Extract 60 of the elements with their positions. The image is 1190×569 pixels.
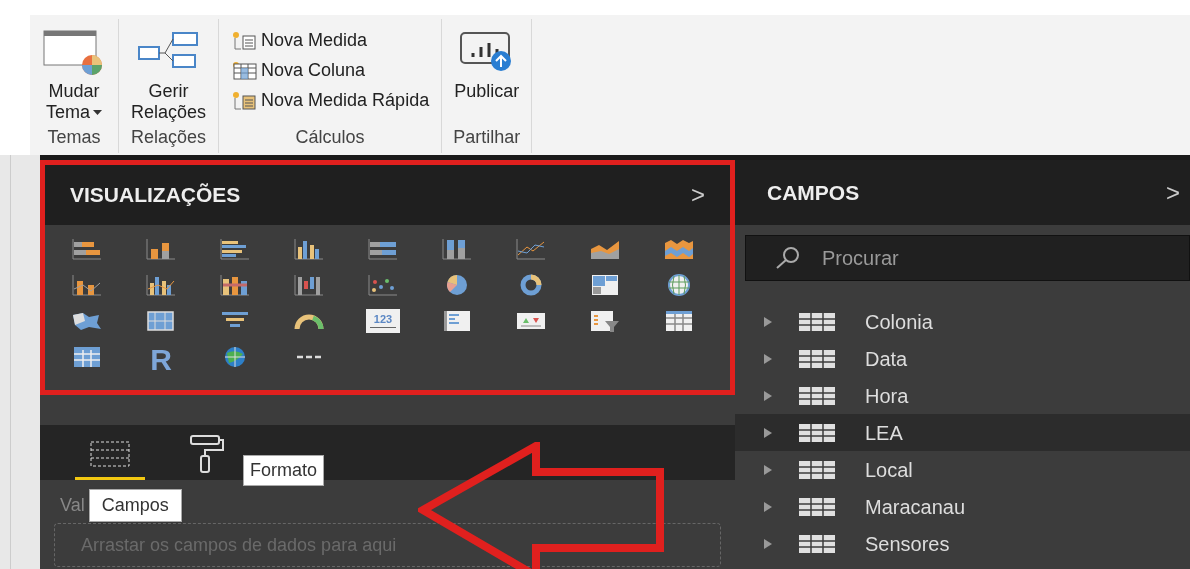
field-table-item[interactable]: Data — [735, 340, 1190, 377]
ribbon-group-label: Temas — [46, 126, 102, 149]
field-table-item[interactable]: Hora — [735, 377, 1190, 414]
visual-type-icon[interactable] — [366, 273, 400, 297]
expand-arrow-icon[interactable] — [763, 315, 773, 328]
table-icon — [799, 312, 835, 331]
tooltip: Formato — [243, 455, 325, 486]
ribbon-button[interactable]: Publicar — [442, 19, 532, 102]
visual-type-icon[interactable] — [440, 237, 474, 261]
collapse-button[interactable]: > — [1166, 174, 1180, 211]
visual-type-icon[interactable] — [218, 273, 252, 297]
visual-type-icon[interactable] — [70, 237, 104, 261]
ribbon-button[interactable]: Nova Coluna — [231, 57, 430, 83]
pane-title: VISUALIZAÇÕES — [70, 182, 241, 209]
calculator-icon — [231, 30, 258, 50]
visual-type-icon[interactable] — [662, 237, 696, 261]
expand-arrow-icon[interactable] — [763, 389, 773, 402]
expand-arrow-icon[interactable] — [763, 426, 773, 439]
visual-type-icon[interactable] — [292, 273, 326, 297]
caret-icon — [93, 110, 102, 115]
ribbon-button[interactable]: Nova Medida — [231, 27, 430, 53]
table-icon — [799, 349, 835, 368]
field-table-item[interactable]: Colonia — [735, 303, 1190, 340]
table-icon — [799, 460, 835, 479]
ribbon-button[interactable]: Nova Medida Rápida — [231, 87, 430, 113]
visual-type-icon[interactable] — [366, 237, 400, 261]
field-table-item[interactable]: Maracanau — [735, 488, 1190, 525]
r-script-visual-icon[interactable]: R — [144, 345, 178, 375]
ribbon-button[interactable]: Mudar Tema — [30, 19, 118, 123]
collapse-button[interactable]: > — [691, 177, 705, 213]
table-column-icon — [231, 60, 258, 80]
search-icon — [775, 246, 801, 270]
expand-arrow-icon[interactable] — [763, 463, 773, 476]
pane-title: CAMPOS — [767, 179, 860, 206]
field-table-item[interactable]: LEA — [735, 414, 1190, 451]
table-icon — [799, 423, 835, 442]
visual-type-icon[interactable] — [292, 237, 326, 261]
expand-arrow-icon[interactable] — [763, 537, 773, 550]
search-field[interactable]: Procurar — [745, 235, 1190, 281]
ribbon-group-label: Cálculos — [294, 126, 366, 149]
field-table-item[interactable]: Local — [735, 451, 1190, 488]
table-icon — [799, 534, 835, 553]
fields-grid-icon — [89, 439, 131, 468]
quick-calculator-icon — [231, 90, 258, 110]
expand-arrow-icon[interactable] — [763, 352, 773, 365]
ribbon-group-label: Partilhar — [452, 126, 522, 149]
well-label: Val — [60, 493, 85, 517]
ribbon-group-label: Relações — [130, 126, 208, 149]
visual-type-icon[interactable] — [588, 309, 622, 333]
visual-type-icon[interactable] — [70, 273, 104, 297]
ribbon-button[interactable]: Gerir Relações — [119, 19, 219, 123]
visual-type-icon[interactable] — [144, 237, 178, 261]
tooltip: Campos — [88, 488, 182, 522]
visual-type-icon[interactable] — [218, 237, 252, 261]
field-table-item[interactable]: Sensores — [735, 525, 1190, 562]
expand-arrow-icon[interactable] — [763, 500, 773, 513]
paint-roller-icon — [189, 433, 225, 474]
visual-type-icon[interactable] — [144, 273, 178, 297]
table-icon — [799, 497, 835, 516]
table-icon — [799, 386, 835, 405]
